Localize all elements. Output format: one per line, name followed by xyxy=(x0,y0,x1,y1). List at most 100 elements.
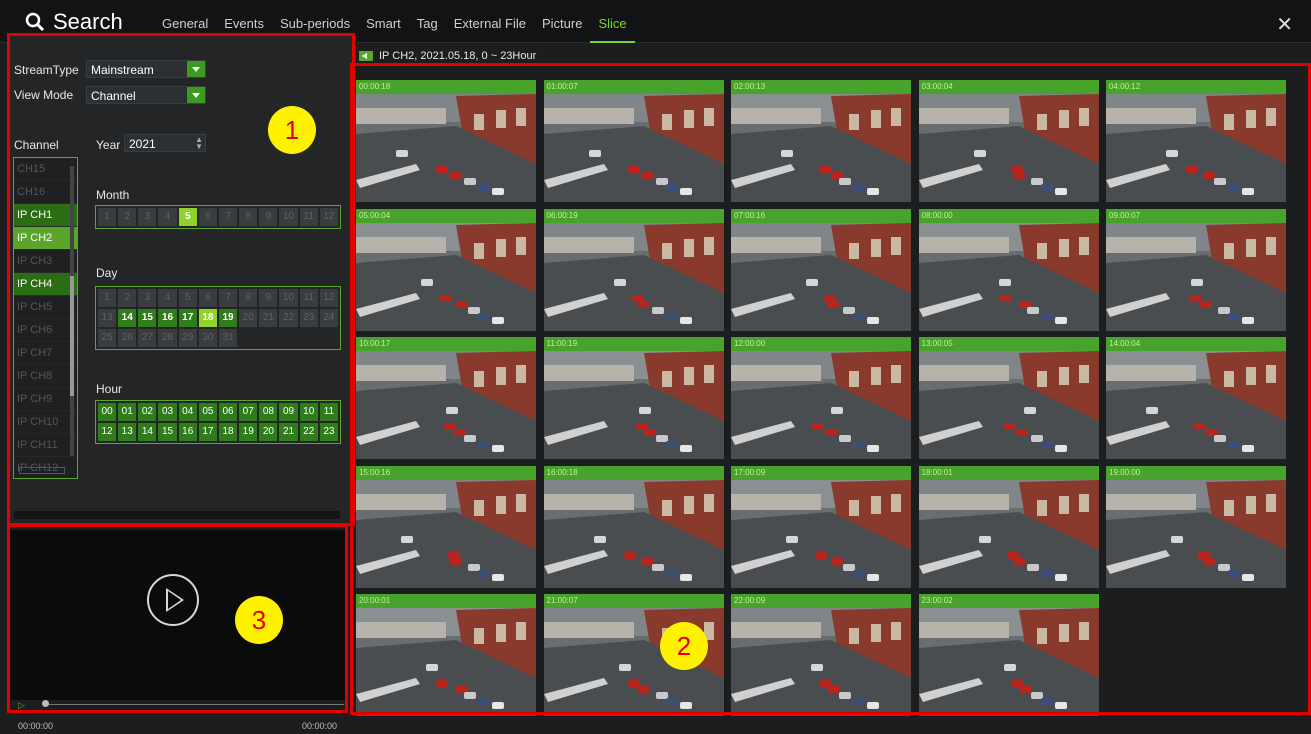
day-cell[interactable]: 24 xyxy=(319,309,338,327)
stream-type-select[interactable]: Mainstream xyxy=(86,60,206,78)
hour-cell[interactable]: 08 xyxy=(259,403,278,421)
hour-cell[interactable]: 23 xyxy=(319,423,338,441)
progress-track[interactable] xyxy=(44,704,344,705)
close-icon[interactable]: ✕ xyxy=(1276,12,1293,37)
month-cell[interactable]: 2 xyxy=(118,208,137,226)
month-cell[interactable]: 3 xyxy=(138,208,157,226)
view-mode-select[interactable]: Channel xyxy=(86,86,206,104)
channel-item[interactable]: IP CH8 xyxy=(14,365,77,388)
play-button[interactable] xyxy=(147,574,199,626)
hour-cell[interactable]: 21 xyxy=(279,423,298,441)
tab-sub-periods[interactable]: Sub-periods xyxy=(280,16,350,31)
day-cell[interactable]: 18 xyxy=(198,309,217,327)
channel-item[interactable]: IP CH10 xyxy=(14,411,77,434)
day-cell[interactable]: 7 xyxy=(218,289,238,307)
slice-thumbnail[interactable]: 15:00:16 xyxy=(356,465,536,588)
day-cell[interactable]: 9 xyxy=(259,289,278,307)
day-cell[interactable]: 27 xyxy=(138,329,157,347)
day-cell[interactable]: 1 xyxy=(98,289,117,307)
channel-item[interactable]: CH16 xyxy=(14,181,77,204)
day-cell[interactable]: 12 xyxy=(319,289,338,307)
slice-thumbnail[interactable]: 18:00:01 xyxy=(918,465,1099,588)
day-cell[interactable]: 2 xyxy=(118,289,137,307)
month-cell[interactable]: 12 xyxy=(319,208,338,226)
channel-item[interactable]: IP CH3 xyxy=(14,250,77,273)
day-cell[interactable]: 8 xyxy=(239,289,258,307)
channel-item[interactable]: CH15 xyxy=(14,158,77,181)
day-cell[interactable]: 29 xyxy=(178,329,197,347)
day-cell[interactable]: 10 xyxy=(279,289,298,307)
play-small-icon[interactable]: ▷ xyxy=(18,700,25,711)
slice-thumbnail[interactable]: 07:00:16 xyxy=(731,208,911,331)
day-cell[interactable]: 15 xyxy=(138,309,157,327)
hour-cell[interactable]: 15 xyxy=(158,423,177,441)
channel-item[interactable]: IP CH2 xyxy=(14,227,77,250)
month-cell[interactable]: 1 xyxy=(98,208,117,226)
hour-cell[interactable]: 01 xyxy=(118,403,137,421)
hour-cell[interactable]: 17 xyxy=(198,423,217,441)
month-cell[interactable]: 10 xyxy=(279,208,298,226)
day-cell[interactable]: 20 xyxy=(239,309,258,327)
day-cell[interactable]: 31 xyxy=(218,329,238,347)
slice-thumbnail[interactable]: 20:00:01 xyxy=(356,594,536,716)
channel-item[interactable]: IP CH1 xyxy=(14,204,77,227)
slice-thumbnail[interactable]: 10:00:17 xyxy=(356,337,536,459)
month-cell[interactable]: 11 xyxy=(299,208,318,226)
slice-thumbnail[interactable]: 09:00:07 xyxy=(1106,208,1286,331)
hour-cell[interactable]: 05 xyxy=(198,403,217,421)
slice-thumbnail[interactable]: 22:00:09 xyxy=(731,594,911,716)
tab-smart[interactable]: Smart xyxy=(366,16,401,31)
slice-thumbnail[interactable]: 05:00:04 xyxy=(356,208,536,331)
hour-cell[interactable]: 04 xyxy=(178,403,197,421)
slice-thumbnail[interactable]: 13:00:05 xyxy=(918,337,1099,459)
slice-thumbnail[interactable]: 02:00:13 xyxy=(731,80,911,202)
tab-tag[interactable]: Tag xyxy=(417,16,438,31)
hour-cell[interactable]: 07 xyxy=(239,403,258,421)
day-cell[interactable]: 17 xyxy=(178,309,197,327)
channel-item[interactable]: IP CH6 xyxy=(14,319,77,342)
slice-thumbnail[interactable]: 00:00:18 xyxy=(356,80,536,202)
day-cell[interactable]: 4 xyxy=(158,289,177,307)
channel-item[interactable]: IP CH5 xyxy=(14,296,77,319)
slice-thumbnail[interactable]: 14:00:04 xyxy=(1106,337,1286,459)
scrollbar-thumb[interactable] xyxy=(70,276,74,396)
day-cell[interactable]: 23 xyxy=(299,309,318,327)
day-cell[interactable]: 5 xyxy=(178,289,197,307)
slice-thumbnail[interactable]: 01:00:07 xyxy=(543,80,724,202)
day-cell[interactable]: 22 xyxy=(279,309,298,327)
slice-thumbnail[interactable]: 03:00:04 xyxy=(918,80,1099,202)
hour-cell[interactable]: 16 xyxy=(178,423,197,441)
month-cell[interactable]: 4 xyxy=(158,208,177,226)
day-cell[interactable]: 13 xyxy=(98,309,117,327)
day-cell[interactable]: 16 xyxy=(158,309,177,327)
day-cell[interactable]: 25 xyxy=(98,329,117,347)
hour-cell[interactable]: 09 xyxy=(279,403,298,421)
month-cell[interactable]: 6 xyxy=(198,208,217,226)
day-cell[interactable]: 11 xyxy=(299,289,318,307)
slice-thumbnail[interactable]: 19:00:00 xyxy=(1106,465,1286,588)
day-cell[interactable]: 3 xyxy=(138,289,157,307)
day-cell[interactable]: 26 xyxy=(118,329,137,347)
hour-cell[interactable]: 00 xyxy=(98,403,117,421)
slice-thumbnail[interactable]: 04:00:12 xyxy=(1106,80,1286,202)
back-icon[interactable] xyxy=(359,51,373,61)
month-cell[interactable]: 5 xyxy=(178,208,197,226)
day-cell[interactable]: 6 xyxy=(198,289,217,307)
channel-item[interactable]: IP CH4 xyxy=(14,273,77,296)
tab-events[interactable]: Events xyxy=(224,16,264,31)
month-cell[interactable]: 9 xyxy=(259,208,278,226)
slice-thumbnail[interactable]: 23:00:02 xyxy=(918,594,1099,716)
day-cell[interactable]: 19 xyxy=(218,309,238,327)
day-cell[interactable]: 30 xyxy=(198,329,217,347)
hour-cell[interactable]: 03 xyxy=(158,403,177,421)
month-cell[interactable]: 7 xyxy=(218,208,238,226)
hour-cell[interactable]: 20 xyxy=(259,423,278,441)
slice-thumbnail[interactable]: 16:00:18 xyxy=(543,465,724,588)
channel-item[interactable]: IP CH11 xyxy=(14,434,77,457)
hour-cell[interactable]: 18 xyxy=(218,423,238,441)
hour-cell[interactable]: 19 xyxy=(239,423,258,441)
tab-picture[interactable]: Picture xyxy=(542,16,582,31)
day-cell[interactable]: 28 xyxy=(158,329,177,347)
hour-cell[interactable]: 02 xyxy=(138,403,157,421)
hour-cell[interactable]: 13 xyxy=(118,423,137,441)
